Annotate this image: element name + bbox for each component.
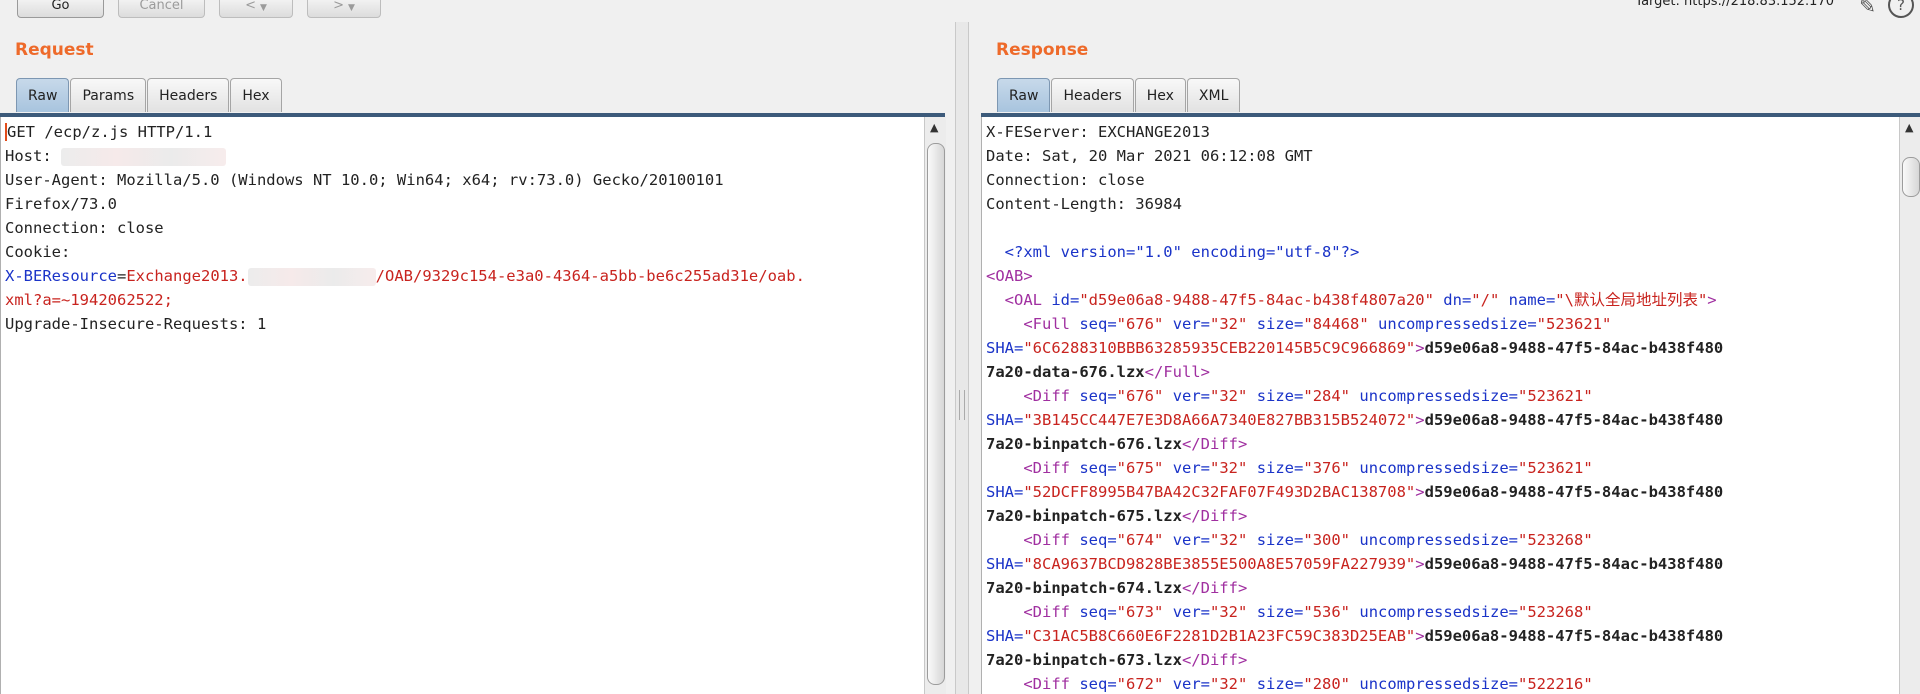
oab-open-tag: <OAB> <box>986 267 1033 285</box>
chevron-down-icon: ▼ <box>347 3 355 13</box>
cookie-x-beresource: X-BEResource=Exchange2013./OAB/9329c154-… <box>5 267 805 286</box>
request-scroll-thumb[interactable] <box>927 143 945 685</box>
upgrade-insecure-header: Upgrade-Insecure-Requests: 1 <box>5 315 267 333</box>
tab-xml[interactable]: XML <box>1186 78 1241 112</box>
back-label: < <box>245 0 256 13</box>
redacted-host <box>61 147 226 166</box>
oab-entry: <Diff seq="673" ver="32" size="536" unco… <box>986 603 1724 669</box>
tab-hex[interactable]: Hex <box>1134 78 1186 112</box>
edit-target-icon[interactable]: ✎ <box>1859 0 1876 18</box>
tab-hex[interactable]: Hex <box>230 78 282 112</box>
request-title: Request <box>15 40 94 60</box>
oab-entry-partial: <Diff seq="672" ver="32" size="280" unco… <box>1023 675 1593 693</box>
response-header-line: Connection: close <box>986 171 1145 189</box>
request-editor[interactable]: GET /ecp/z.js HTTP/1.1 Host: User-Agent:… <box>0 117 924 694</box>
user-agent-continued: Firefox/73.0 <box>5 195 117 213</box>
back-button[interactable]: < ▼ <box>219 0 293 18</box>
forward-label: > <box>333 0 344 13</box>
go-button[interactable]: Go <box>17 0 104 18</box>
cancel-button[interactable]: Cancel <box>118 0 205 18</box>
chevron-down-icon: ▼ <box>259 3 267 13</box>
host-header: Host: <box>5 147 226 166</box>
scroll-up-icon[interactable]: ▲ <box>930 121 938 134</box>
target-label: Target: https://218.83.152.170 <box>1635 0 1834 9</box>
request-line: GET /ecp/z.js HTTP/1.1 <box>5 123 213 141</box>
oab-entry: <Full seq="676" ver="32" size="84468" un… <box>986 315 1724 381</box>
tab-headers[interactable]: Headers <box>147 78 230 112</box>
oab-entry: <Diff seq="674" ver="32" size="300" unco… <box>986 531 1724 597</box>
redacted-server <box>247 267 376 286</box>
request-scrollbar[interactable]: ▲ <box>924 117 946 694</box>
oab-entry: <Diff seq="675" ver="32" size="376" unco… <box>986 459 1724 525</box>
connection-header: Connection: close <box>5 219 164 237</box>
response-header-line: Content-Length: 36984 <box>986 195 1182 213</box>
split-divider[interactable] <box>955 22 969 694</box>
oal-element: <OAL id="d59e06a8-9488-47f5-84ac-b438f48… <box>1004 291 1717 309</box>
forward-button[interactable]: > ▼ <box>307 0 381 18</box>
response-scrollbar[interactable]: ▲ <box>1899 117 1920 694</box>
tab-raw[interactable]: Raw <box>16 78 70 112</box>
scroll-up-icon[interactable]: ▲ <box>1905 121 1913 134</box>
response-header-line: X-FEServer: EXCHANGE2013 <box>986 123 1210 141</box>
response-editor[interactable]: X-FEServer: EXCHANGE2013 Date: Sat, 20 M… <box>981 117 1899 694</box>
request-tabs: Raw Params Headers Hex <box>16 78 283 114</box>
tab-raw[interactable]: Raw <box>997 78 1051 112</box>
response-tabs: Raw Headers Hex XML <box>997 78 1241 114</box>
oab-entry: <Diff seq="676" ver="32" size="284" unco… <box>986 387 1724 453</box>
cookie-header: Cookie: <box>5 243 71 261</box>
response-scroll-thumb[interactable] <box>1902 157 1920 197</box>
toolbar: Go Cancel < ▼ > ▼ Target: https://218.83… <box>0 0 1920 22</box>
divider-grip <box>959 390 965 420</box>
cookie-x-beresource-continued: xml?a=~1942062522; <box>5 291 173 309</box>
tab-headers[interactable]: Headers <box>1051 78 1134 112</box>
tab-params[interactable]: Params <box>70 78 147 112</box>
response-header-line: Date: Sat, 20 Mar 2021 06:12:08 GMT <box>986 147 1313 165</box>
response-title: Response <box>996 40 1089 60</box>
user-agent-header: User-Agent: Mozilla/5.0 (Windows NT 10.0… <box>5 171 724 189</box>
xml-declaration: <?xml version="1.0" encoding="utf-8"?> <box>1004 243 1360 261</box>
help-icon[interactable]: ? <box>1888 0 1914 18</box>
